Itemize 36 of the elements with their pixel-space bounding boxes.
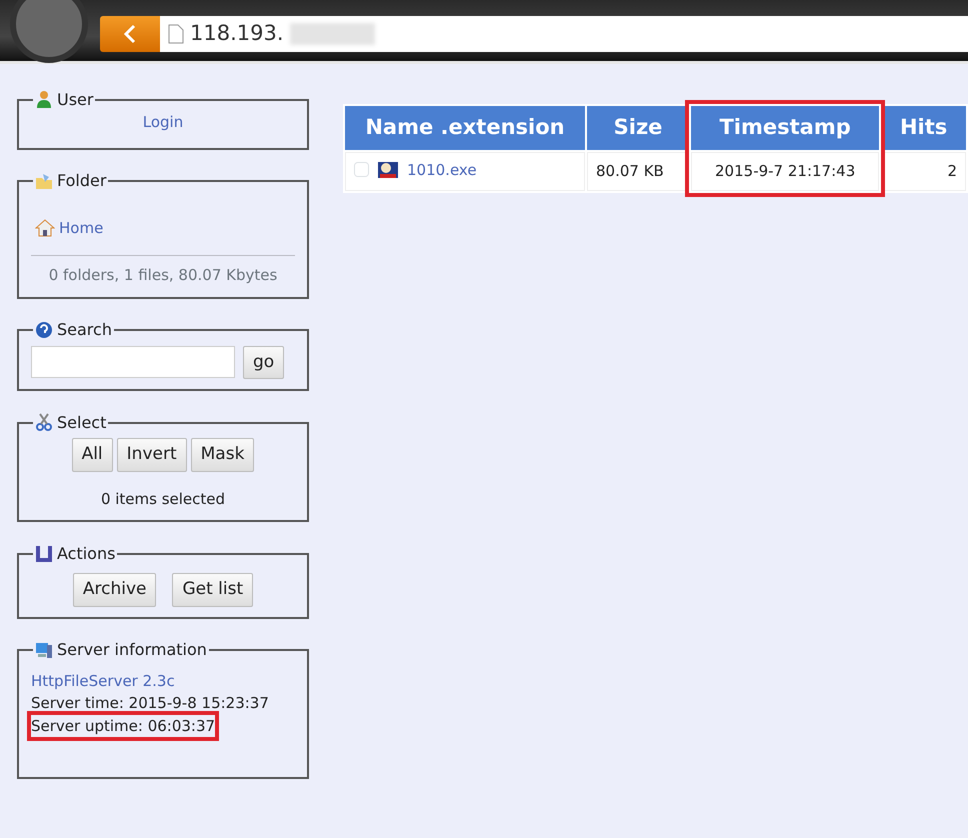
selection-count: 0 items selected [100, 488, 226, 510]
action-button[interactable]: Get list [172, 573, 254, 606]
panel-title: Folder [57, 173, 106, 189]
scissors-icon [35, 413, 53, 432]
panel-title: User [57, 92, 94, 108]
file-link[interactable]: 1010.exe [407, 158, 477, 181]
search-field[interactable] [31, 346, 235, 378]
go-button[interactable]: go [243, 346, 284, 379]
select-button[interactable]: All [72, 438, 113, 472]
action-button[interactable]: Archive [72, 573, 156, 606]
help-icon [35, 320, 53, 340]
panel-title: Server information [57, 642, 207, 658]
select-button[interactable]: Mask [190, 438, 254, 472]
page-icon [168, 24, 184, 44]
back-button[interactable] [100, 16, 160, 52]
panel-title: Search [57, 322, 112, 338]
chevron-left-icon [123, 24, 137, 44]
panel-title: Select [57, 414, 106, 430]
address-bar[interactable]: 118.193. [160, 16, 968, 52]
computer-icon [35, 640, 53, 660]
user-icon [35, 90, 53, 109]
panel-title: Actions [57, 546, 116, 562]
folder-icon [35, 172, 53, 190]
home-icon [35, 218, 55, 237]
select-button[interactable]: Invert [116, 438, 187, 472]
address-text: 118.193. [190, 20, 284, 47]
login-link[interactable]: Login [142, 113, 184, 131]
server-name-link[interactable]: HttpFileServer 2.3c [31, 670, 295, 692]
folder-summary: 0 folders, 1 files, 80.07 Kbytes [48, 265, 278, 286]
file-icon [377, 160, 399, 180]
table-cell: 2015-9-7 21:17:43 [691, 152, 880, 191]
column-header[interactable]: Name .extension [345, 106, 585, 150]
home-link[interactable]: Home [59, 216, 104, 239]
server-info-text: Server time: 2015-9-8 15:23:37 [31, 693, 269, 714]
file-checkbox[interactable] [354, 162, 369, 178]
column-header[interactable]: Timestamp [691, 106, 880, 150]
